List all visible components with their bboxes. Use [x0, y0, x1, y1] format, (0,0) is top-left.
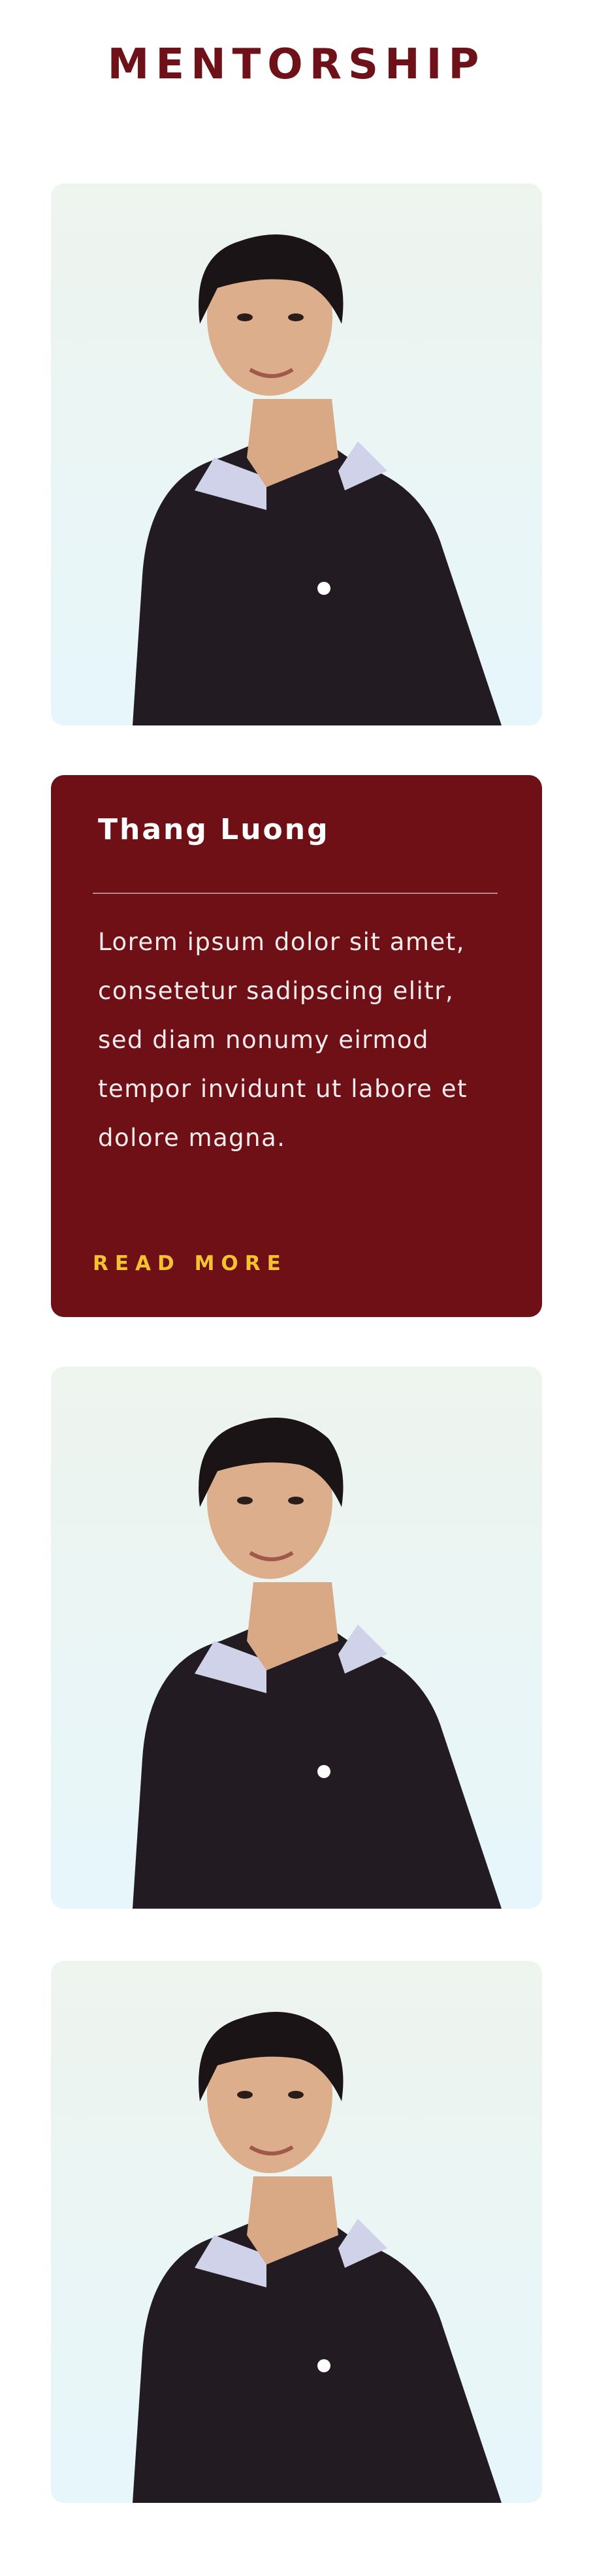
mentor-description: Lorem ipsum dolor sit amet, consetetur s… — [98, 928, 468, 1152]
section-title: MENTORSHIP — [107, 40, 486, 89]
portrait-image — [51, 1961, 542, 2503]
portrait-image — [51, 1367, 542, 1909]
mentor-photo[interactable] — [51, 1367, 542, 1909]
portrait-image — [51, 183, 542, 725]
mentor-photo[interactable] — [51, 1961, 542, 2503]
mentor-name: Thang Luong — [98, 813, 330, 846]
mentor-info-card: Thang Luong Lorem ipsum dolor sit amet, … — [51, 775, 542, 1317]
divider — [93, 893, 498, 894]
mentor-photo[interactable] — [51, 183, 542, 725]
read-more-link[interactable]: READ MORE — [93, 1252, 287, 1275]
